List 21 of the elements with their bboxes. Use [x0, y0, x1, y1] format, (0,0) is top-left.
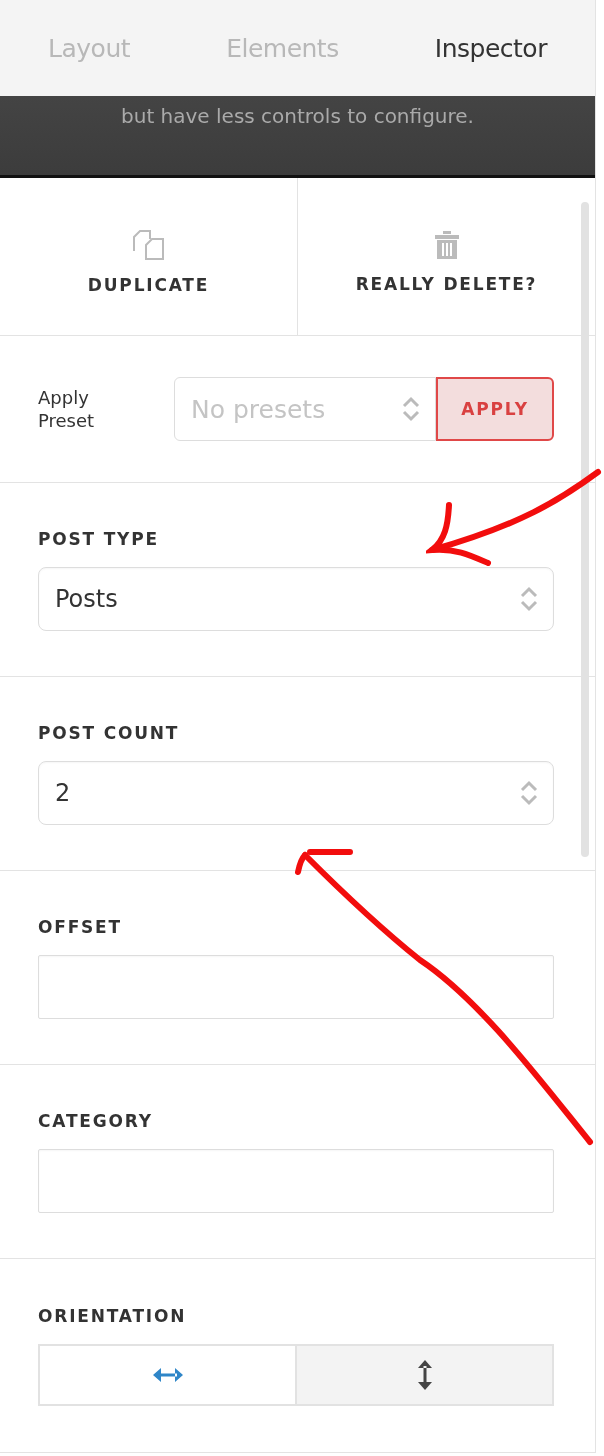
field-label: ORIENTATION: [38, 1305, 188, 1326]
orientation-option[interactable]: [295, 1345, 552, 1404]
tab[interactable]: Inspector: [434, 33, 547, 63]
trash-icon: [433, 230, 460, 260]
notice-text: but have less controls to configure.: [121, 104, 474, 130]
field-label: POST TYPE: [38, 528, 160, 549]
input-field[interactable]: [38, 1148, 554, 1213]
scrollbar[interactable]: [581, 202, 589, 857]
vertical-arrow-icon: [417, 1359, 432, 1390]
field-label: CATEGORY: [38, 1110, 154, 1131]
up-down-icon: [401, 396, 421, 422]
horizontal-arrow-icon: [152, 1367, 183, 1382]
up-down-icon: [519, 779, 539, 806]
field-label: OFFSET: [38, 916, 123, 937]
up-down-icon: [519, 585, 539, 612]
select-field[interactable]: 2: [38, 760, 554, 825]
field-label: POST COUNT: [38, 722, 181, 743]
field-label: Apply Preset: [38, 385, 96, 433]
copy-icon: [131, 229, 166, 261]
select-field[interactable]: Posts: [38, 566, 554, 631]
input-field[interactable]: [38, 954, 554, 1019]
